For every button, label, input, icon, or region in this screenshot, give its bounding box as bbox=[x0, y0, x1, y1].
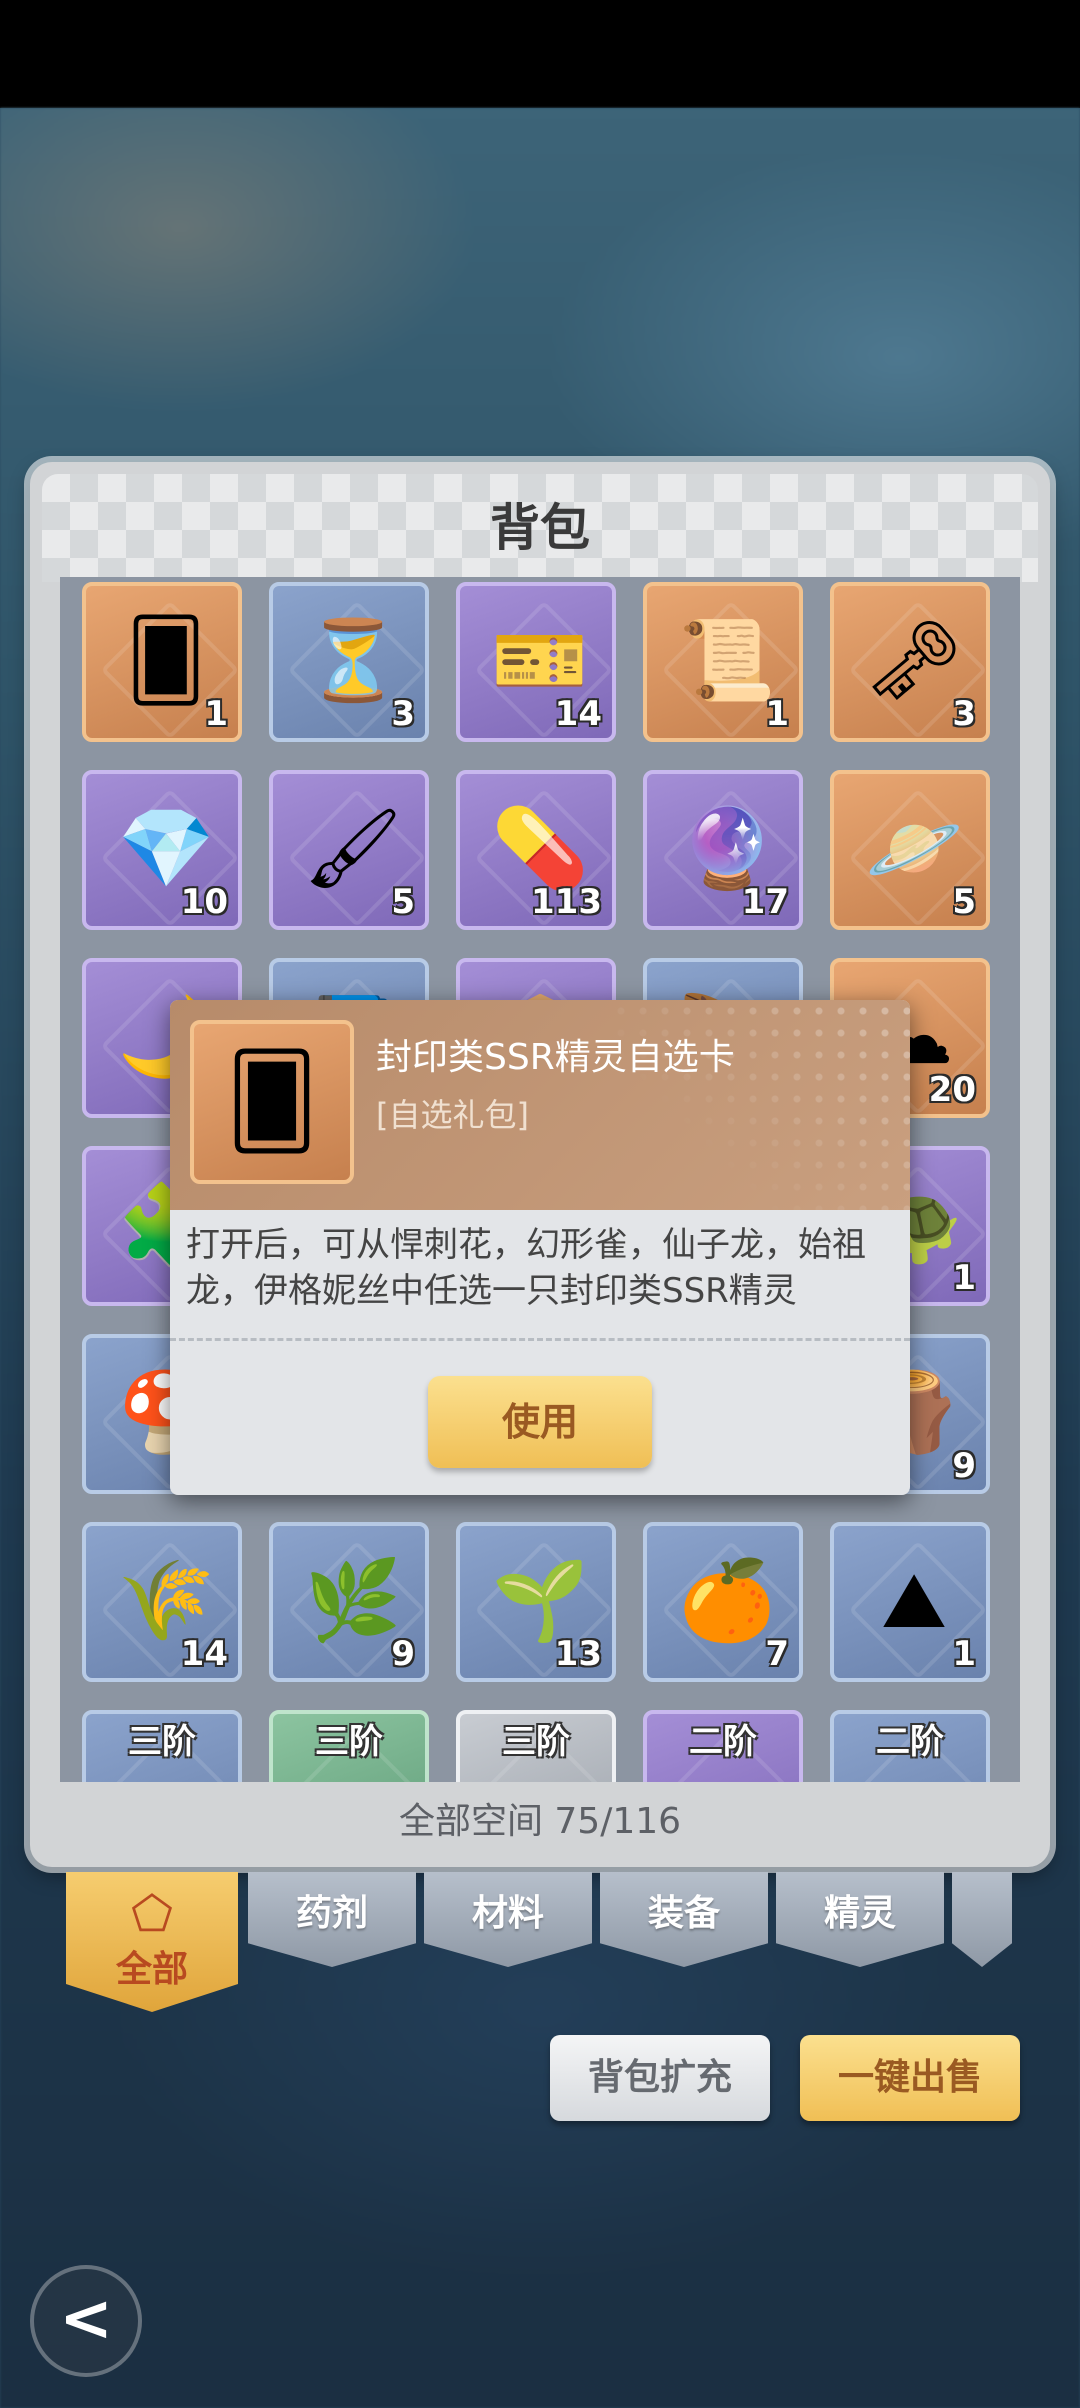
inventory-slot[interactable]: 三阶 bbox=[269, 1710, 429, 1782]
tab-all-label: 全部 bbox=[115, 1949, 188, 1990]
item-quantity: 7 bbox=[765, 1634, 789, 1674]
item-quantity: 9 bbox=[952, 1446, 976, 1486]
inventory-slot[interactable]: 🎫 14 bbox=[456, 582, 616, 742]
inventory-slot[interactable]: 三阶 bbox=[82, 1710, 242, 1782]
inventory-slot[interactable]: 🗝 3 bbox=[830, 582, 990, 742]
inventory-slot[interactable]: 🌾 14 bbox=[82, 1522, 242, 1682]
item-tier-label: 二阶 bbox=[876, 1722, 944, 1762]
inventory-slot[interactable]: 🂠 1 bbox=[82, 582, 242, 742]
inventory-slot[interactable]: 二阶 bbox=[643, 1710, 803, 1782]
item-quantity: 1 bbox=[204, 694, 228, 734]
popup-divider bbox=[170, 1338, 910, 1341]
item-quantity: 9 bbox=[391, 1634, 415, 1674]
item-tier-label: 三阶 bbox=[128, 1722, 196, 1762]
use-button[interactable]: 使用 bbox=[428, 1376, 652, 1468]
inventory-slot[interactable]: 📜 1 bbox=[643, 582, 803, 742]
item-quantity: 5 bbox=[391, 882, 415, 922]
item-quantity: 113 bbox=[531, 882, 602, 922]
item-quantity: 17 bbox=[741, 882, 789, 922]
inventory-slot[interactable]: ⏳ 3 bbox=[269, 582, 429, 742]
item-tier-label: 三阶 bbox=[315, 1722, 383, 1762]
popup-item-type: [自选礼包] bbox=[376, 1096, 529, 1134]
item-quantity: 14 bbox=[180, 1634, 228, 1674]
popup-item-icon: 🂠 bbox=[190, 1020, 354, 1184]
item-quantity: 1 bbox=[952, 1258, 976, 1298]
item-quantity: 1 bbox=[952, 1634, 976, 1674]
popup-item-name: 封印类SSR精灵自选卡 bbox=[376, 1037, 735, 1078]
inventory-slot[interactable]: 💎 10 bbox=[82, 770, 242, 930]
inventory-slot[interactable]: 🔮 17 bbox=[643, 770, 803, 930]
item-quantity: 20 bbox=[928, 1070, 976, 1110]
inventory-slot[interactable]: 三阶 bbox=[456, 1710, 616, 1782]
item-tier-label: 三阶 bbox=[502, 1722, 570, 1762]
bag-title: 背包 bbox=[490, 499, 590, 557]
inventory-slot[interactable]: 💊 113 bbox=[456, 770, 616, 930]
back-arrow-icon[interactable]: < bbox=[30, 2265, 142, 2377]
inventory-slot[interactable]: 🖌 5 bbox=[269, 770, 429, 930]
item-quantity: 5 bbox=[952, 882, 976, 922]
inventory-slot[interactable]: 🌿 9 bbox=[269, 1522, 429, 1682]
popup-item-description: 打开后，可从悍刺花，幻形雀，仙子龙，始祖龙，伊格妮丝中任选一只封印类SSR精灵 bbox=[186, 1225, 866, 1311]
item-quantity: 13 bbox=[554, 1634, 602, 1674]
item-tier-label: 二阶 bbox=[689, 1722, 757, 1762]
item-quantity: 3 bbox=[391, 694, 415, 734]
inventory-slot[interactable]: 二阶 bbox=[830, 1710, 990, 1782]
item-quantity: 1 bbox=[765, 694, 789, 734]
expand-bag-button[interactable]: 背包扩充 bbox=[550, 2035, 770, 2121]
item-quantity: 14 bbox=[554, 694, 602, 734]
all-category-icon: ⬠ bbox=[131, 1886, 173, 1942]
bag-header: 背包 bbox=[42, 474, 1038, 582]
inventory-slot[interactable]: 🌱 13 bbox=[456, 1522, 616, 1682]
item-detail-popup: 🂠 封印类SSR精灵自选卡 [自选礼包] 打开后，可从悍刺花，幻形雀，仙子龙，始… bbox=[170, 1000, 910, 1495]
item-quantity: 3 bbox=[952, 694, 976, 734]
sell-all-button[interactable]: 一键出售 bbox=[800, 2035, 1020, 2121]
inventory-slot[interactable]: 🍊 7 bbox=[643, 1522, 803, 1682]
bag-space-count: 全部空间 75/116 bbox=[398, 1801, 682, 1842]
popup-header: 🂠 封印类SSR精灵自选卡 [自选礼包] bbox=[170, 1000, 910, 1210]
inventory-slot[interactable]: ⛰ 1 bbox=[830, 1522, 990, 1682]
tab-all[interactable]: ⬠ 全部 bbox=[66, 1872, 238, 2012]
item-quantity: 10 bbox=[180, 882, 228, 922]
inventory-slot[interactable]: 🪐 5 bbox=[830, 770, 990, 930]
status-bar bbox=[0, 0, 1080, 108]
